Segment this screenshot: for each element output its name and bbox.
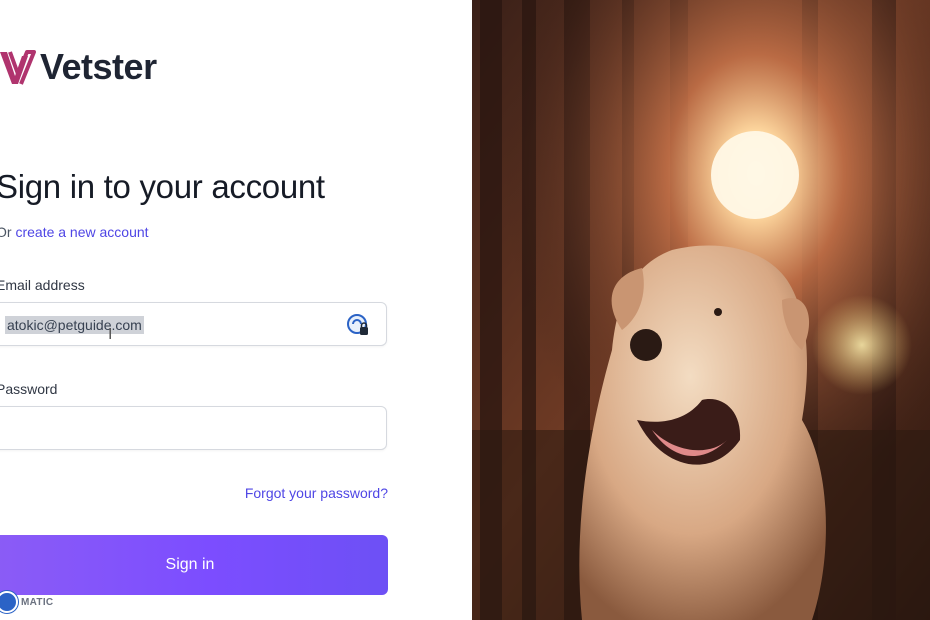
login-panel: Vetster Sign in to your account Or creat… xyxy=(0,0,472,620)
create-account-link[interactable]: create a new account xyxy=(15,224,148,240)
badge-logo-icon xyxy=(0,591,18,613)
brand-name: Vetster xyxy=(40,46,157,87)
sign-in-button[interactable]: Sign in xyxy=(0,535,388,595)
email-label: Email address xyxy=(0,277,85,293)
password-field[interactable] xyxy=(0,406,387,450)
vetster-logo-icon xyxy=(0,50,36,85)
golden-retriever-photo xyxy=(472,0,930,620)
signup-prefix: Or xyxy=(0,224,12,240)
signup-prompt: Or create a new account xyxy=(0,224,149,240)
text-cursor-icon: I xyxy=(108,326,113,343)
badge-text: MATIC xyxy=(21,596,54,608)
overlay-badge: MATIC xyxy=(0,591,53,613)
forgot-password-link[interactable]: Forgot your password? xyxy=(245,485,388,501)
password-label: Password xyxy=(0,381,58,397)
password-manager-lock-icon[interactable] xyxy=(346,313,370,337)
email-value: atokic@petguide.com xyxy=(5,316,144,334)
brand: Vetster xyxy=(0,46,157,88)
hero-image xyxy=(472,0,930,620)
page-title: Sign in to your account xyxy=(0,168,325,205)
email-field[interactable]: atokic@petguide.com xyxy=(0,302,387,346)
